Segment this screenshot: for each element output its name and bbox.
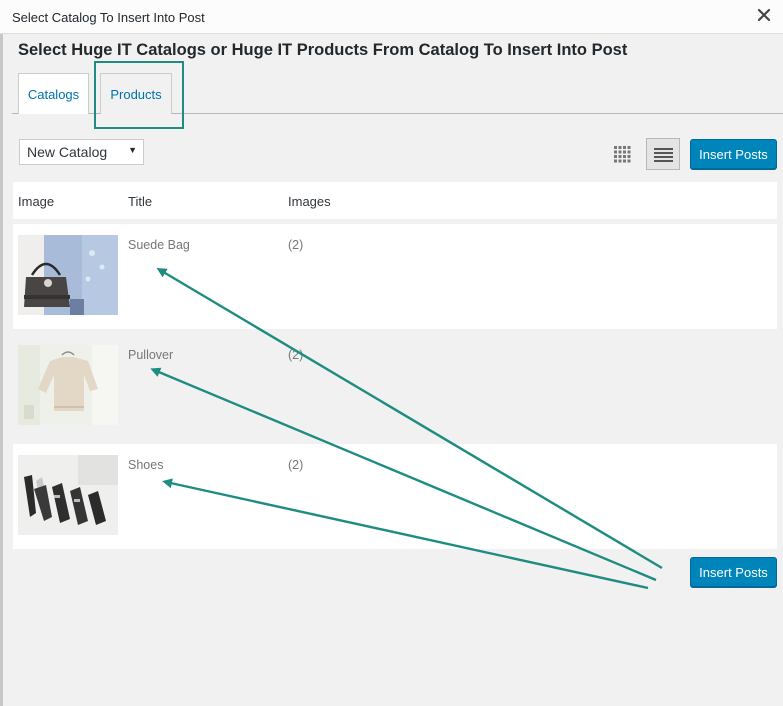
- row-images-count: (2): [288, 238, 304, 252]
- row-title: Pullover: [128, 348, 174, 362]
- table-row[interactable]: Shoes (2): [13, 444, 777, 549]
- table-row[interactable]: Pullover (2): [13, 334, 777, 439]
- dialog-titlebar: Select Catalog To Insert Into Post: [0, 0, 783, 34]
- tab-catalogs-label: Catalogs: [27, 86, 80, 102]
- insert-posts-button-top[interactable]: Insert Posts: [690, 139, 777, 169]
- product-thumbnail-pullover: [18, 345, 118, 425]
- insert-posts-button-bottom[interactable]: Insert Posts: [690, 557, 777, 587]
- row-title: Suede Bag: [128, 238, 190, 252]
- dialog-title: Select Catalog To Insert Into Post: [12, 10, 205, 25]
- table-row[interactable]: Suede Bag (2): [13, 224, 777, 329]
- page-title: Select Huge IT Catalogs or Huge IT Produ…: [18, 41, 628, 59]
- catalog-select-value: New Catalog: [27, 144, 108, 160]
- products-tab-annotation-box: [94, 61, 184, 129]
- row-images-count: (2): [288, 458, 304, 472]
- grid-view-icon[interactable]: [610, 140, 638, 168]
- row-images-count: (2): [288, 348, 304, 362]
- tab-catalogs[interactable]: Catalogs: [18, 73, 89, 114]
- chevron-down-icon: ▼: [128, 145, 137, 155]
- product-thumbnail-shoes: [18, 455, 118, 535]
- list-view-icon[interactable]: [646, 138, 680, 170]
- row-title: Shoes: [128, 458, 164, 472]
- table-header: Image Title Images: [13, 182, 777, 219]
- dialog-left-border: [0, 34, 3, 706]
- close-icon[interactable]: [755, 6, 773, 24]
- catalog-select[interactable]: New Catalog ▼: [19, 139, 144, 165]
- column-header-images: Images: [288, 194, 331, 209]
- column-header-image: Image: [18, 194, 55, 209]
- product-thumbnail-suede-bag: [18, 235, 118, 315]
- column-header-title: Title: [128, 194, 153, 209]
